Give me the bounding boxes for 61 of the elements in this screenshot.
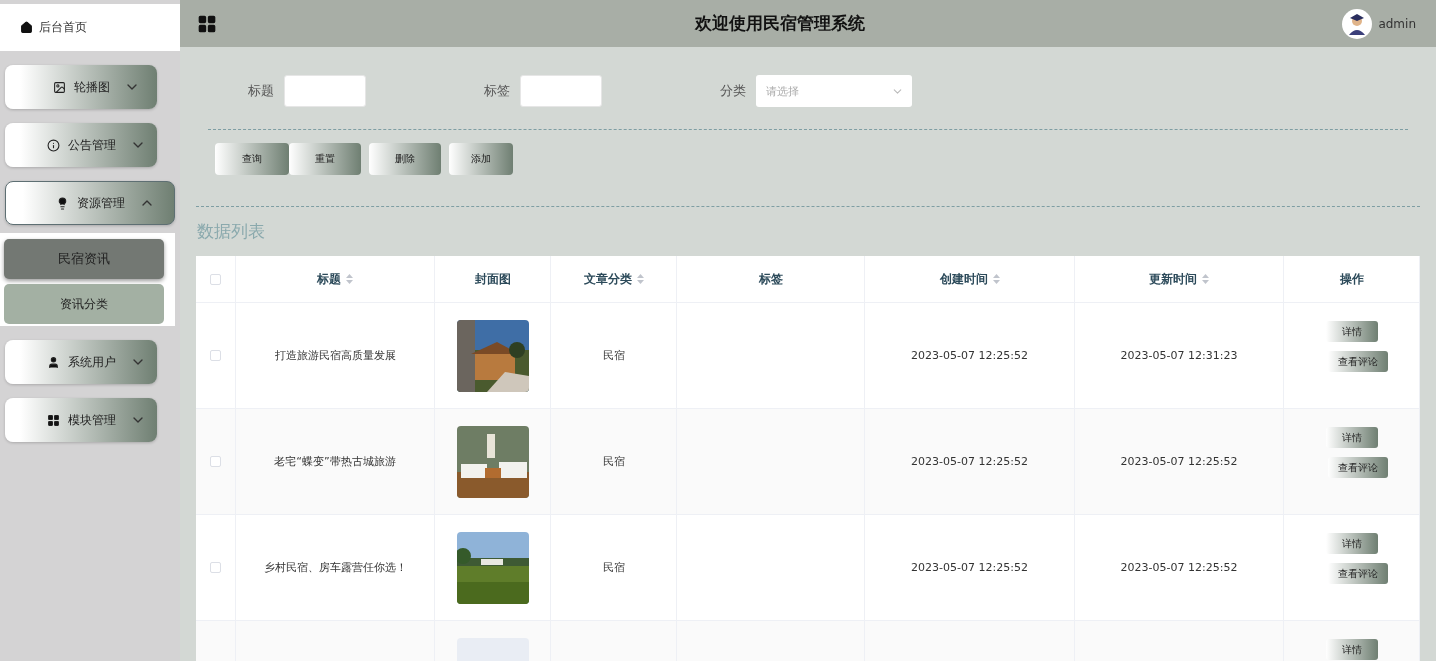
details-button[interactable]: 详情	[1325, 427, 1378, 448]
checkbox[interactable]	[210, 273, 221, 285]
table-cell: 2023-05-07 12:25:52	[1075, 515, 1284, 621]
text-input[interactable]	[284, 75, 366, 107]
user-icon	[46, 355, 60, 369]
image-icon	[52, 80, 66, 94]
comments-button[interactable]: 查看评论	[1327, 457, 1388, 478]
table-cell: 打造旅游民宿高质量发展	[236, 303, 435, 409]
table-cell: 民宿	[551, 409, 677, 515]
toolbar-button[interactable]: 查询	[215, 143, 289, 175]
sort-icon	[346, 274, 353, 284]
info-icon	[46, 138, 60, 152]
table-cell: 民宿	[551, 515, 677, 621]
section-title: 数据列表	[197, 220, 266, 243]
menu-item[interactable]: 模块管理	[5, 398, 157, 442]
column-header[interactable]: 标题	[236, 256, 435, 303]
comments-button[interactable]: 查看评论	[1327, 351, 1388, 372]
menu-item[interactable]: 轮播图	[5, 65, 157, 109]
table-cell: 民宿	[551, 303, 677, 409]
page-title: 欢迎使用民宿管理系统	[693, 12, 866, 35]
checkbox[interactable]	[210, 562, 221, 573]
details-button[interactable]: 详情	[1325, 321, 1378, 342]
menu-item[interactable]: 系统用户	[5, 340, 157, 384]
submenu-item[interactable]: 民宿资讯	[4, 239, 164, 279]
grid-icon	[46, 413, 60, 427]
table-cell: 2023-05-07 12:25:52	[865, 303, 1075, 409]
checkbox[interactable]	[210, 456, 221, 467]
menu-toggle-icon[interactable]	[197, 13, 217, 34]
details-button[interactable]: 详情	[1325, 639, 1378, 660]
column-header: 操作	[1284, 256, 1420, 303]
sort-icon	[992, 274, 1000, 284]
table-cell: 2023-05-07 12:25:52	[865, 515, 1075, 621]
table-cell: 2023-05-07 12:25:52	[865, 409, 1075, 515]
column-header[interactable]: 更新时间	[1075, 256, 1284, 303]
toolbar-button[interactable]: 重置	[289, 143, 361, 175]
details-button[interactable]: 详情	[1325, 533, 1378, 554]
field-label: 标签	[484, 82, 510, 100]
table-cell: 乡村民宿、房车露营任你选！	[236, 515, 435, 621]
checkbox[interactable]	[210, 350, 221, 361]
table-cell: 2023-05-07 12:31:23	[1075, 303, 1284, 409]
home-menu-item[interactable]: 后台首页	[0, 4, 180, 51]
column-header[interactable]: 创建时间	[865, 256, 1075, 303]
menu-item[interactable]: 公告管理	[5, 123, 157, 167]
column-header: 标签	[677, 256, 865, 303]
table-cell: 2023-05-07 12:25:52	[1075, 409, 1284, 515]
toolbar-button[interactable]: 添加	[449, 143, 513, 175]
sort-icon	[1202, 274, 1209, 284]
submenu-item[interactable]: 资讯分类	[4, 284, 164, 324]
user-name[interactable]: admin	[1378, 16, 1416, 31]
comments-button[interactable]: 查看评论	[1327, 563, 1388, 584]
toolbar-button[interactable]: 删除	[369, 143, 441, 175]
text-input[interactable]	[520, 75, 602, 107]
avatar[interactable]	[1342, 8, 1373, 39]
sort-icon	[636, 274, 644, 284]
field-label: 分类	[720, 82, 746, 100]
column-header[interactable]: 文章分类	[551, 256, 677, 303]
column-header: 封面图	[435, 256, 551, 303]
table-cell: 老宅“蝶变”带热古城旅游	[236, 409, 435, 515]
field-label: 标题	[248, 82, 274, 100]
menu-item[interactable]: 资源管理	[5, 181, 175, 225]
home-icon	[20, 21, 33, 34]
